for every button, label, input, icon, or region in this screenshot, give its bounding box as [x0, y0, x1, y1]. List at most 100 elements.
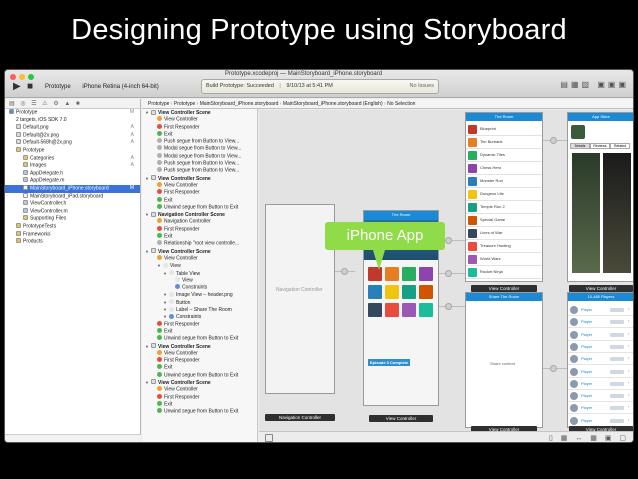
outline-scene[interactable]: ▼ View Controller Scene: [142, 175, 257, 182]
file-row[interactable]: Frameworks: [5, 230, 140, 239]
segue-icon[interactable]: [445, 270, 452, 277]
file-row[interactable]: Products: [5, 238, 140, 246]
outline-item[interactable]: First Responder: [142, 357, 257, 364]
outline-item[interactable]: View Controller: [142, 116, 257, 123]
file-row[interactable]: Prototype: [5, 146, 140, 155]
file-row[interactable]: Default.png A: [5, 124, 140, 132]
stop-icon[interactable]: ■: [27, 82, 33, 92]
table-row[interactable]: Player ›: [568, 304, 633, 316]
outline-toggle-button[interactable]: [265, 434, 273, 442]
table-row[interactable]: Player ›: [568, 329, 633, 341]
list-item[interactable]: Special Game: [466, 214, 542, 227]
outline-item[interactable]: ▼ View: [142, 262, 257, 269]
outline-item[interactable]: First Responder: [142, 189, 257, 196]
segue-icon[interactable]: [550, 365, 557, 372]
outline-item[interactable]: ▼ Image View – header.png: [142, 291, 257, 298]
outline-scene[interactable]: ▼ View Controller Scene: [142, 248, 257, 255]
app-store-tabs[interactable]: Details Reviews Related: [570, 143, 632, 149]
file-row[interactable]: AppDelegate.h: [5, 169, 140, 178]
file-row[interactable]: AppDelegate.m: [5, 177, 140, 185]
app-icon[interactable]: [402, 303, 416, 317]
outline-item[interactable]: First Responder: [142, 225, 257, 233]
outline-item[interactable]: Navigation Controller: [142, 218, 257, 225]
navigator-tabs[interactable]: ▤ ◎ ☰ ⚠ ⚙ ▲ ■: [5, 99, 140, 109]
file-row[interactable]: PrototypeTests: [5, 222, 140, 231]
table-row[interactable]: Player ›: [568, 353, 633, 366]
list-item[interactable]: Rocket Ninja: [466, 266, 542, 279]
outline-item[interactable]: Exit: [142, 130, 257, 138]
file-row[interactable]: Default-568h@2x.png A: [5, 139, 140, 147]
outline-scene[interactable]: ▼ View Controller Scene: [142, 379, 257, 386]
table-row[interactable]: Player ›: [568, 378, 633, 390]
relationship-segue-icon[interactable]: [341, 268, 348, 275]
app-icon[interactable]: [368, 285, 382, 299]
zoom-window-button[interactable]: [28, 74, 34, 80]
app-icon[interactable]: [419, 267, 433, 281]
outline-item[interactable]: Unwind segue from Button to Exit: [142, 371, 257, 379]
list-item[interactable]: Temple Run 2: [466, 201, 542, 214]
outline-scene[interactable]: ▼ View Controller Scene: [142, 343, 257, 350]
scheme-selector[interactable]: Prototype iPhone Retina (4-inch 64-bit): [45, 81, 159, 93]
file-row[interactable]: Prototype M: [5, 109, 140, 117]
outline-item[interactable]: ▼ Button: [142, 299, 257, 306]
breadcrumb-item[interactable]: MainStoryboard_iPhone.storyboard: [200, 101, 279, 107]
outline-item[interactable]: Push segue from Button to View...: [142, 138, 257, 145]
featured-episode-banner[interactable]: Episode 3 Complete: [368, 359, 411, 366]
outline-item[interactable]: First Responder: [142, 320, 257, 328]
breadcrumb-item[interactable]: Prototype: [174, 101, 195, 107]
outline-item[interactable]: Unwind segue from Button to Exit: [142, 203, 257, 211]
outline-item[interactable]: ▼ Constraints: [142, 313, 257, 320]
list-item[interactable]: Dynamic Tiles: [466, 149, 542, 162]
outline-item[interactable]: Push segue from Button to View...: [142, 160, 257, 167]
table-row[interactable]: Player ›: [568, 366, 633, 378]
outline-item[interactable]: Relationship "root view controlle...: [142, 240, 257, 247]
outline-item[interactable]: First Responder: [142, 393, 257, 401]
file-row[interactable]: Categories A: [5, 154, 140, 163]
file-row[interactable]: MainStoryboard_iPad.storyboard: [5, 192, 140, 201]
segue-icon[interactable]: [550, 137, 557, 144]
list-item[interactable]: Blueprint: [466, 123, 542, 136]
list-item[interactable]: Chess Hero: [466, 162, 542, 175]
outline-item[interactable]: View Controller: [142, 254, 257, 262]
outline-item[interactable]: View: [142, 276, 257, 284]
jump-bar[interactable]: Prototype › Prototype › MainStoryboard_i…: [142, 99, 633, 109]
list-item[interactable]: Dungeon Life: [466, 188, 542, 201]
table-row[interactable]: Player ›: [568, 402, 633, 415]
layout-buttons[interactable]: ▯ ▦ ↔ ▦ ▣ ▢: [549, 434, 629, 442]
app-icon[interactable]: [419, 285, 433, 299]
outline-item[interactable]: View Controller: [142, 349, 257, 357]
breadcrumb-item[interactable]: Prototype: [148, 101, 169, 107]
file-row[interactable]: Supporting Files: [5, 215, 140, 223]
play-icon[interactable]: ▶: [13, 82, 21, 92]
list-item[interactable]: Lines of War: [466, 227, 542, 240]
tab-reviews[interactable]: Reviews: [590, 143, 610, 149]
outline-item[interactable]: View Controller: [142, 386, 257, 393]
app-store-scene[interactable]: App Store Details Reviews Related: [567, 112, 633, 282]
app-icon[interactable]: [385, 267, 399, 281]
outline-item[interactable]: Exit: [142, 327, 257, 335]
outline-item[interactable]: Unwind segue from Button to Exit: [142, 408, 257, 415]
app-icon[interactable]: [419, 303, 433, 317]
tab-related[interactable]: Related: [610, 143, 630, 149]
outline-item[interactable]: Exit: [142, 196, 257, 204]
outline-item[interactable]: Modal segue from Button to View...: [142, 145, 257, 152]
app-icon[interactable]: [385, 285, 399, 299]
editor-toggle-icons[interactable]: ▤▦▧ ▣▣▣: [560, 80, 629, 89]
file-row[interactable]: ViewController.h: [5, 200, 140, 208]
table-row[interactable]: Player ›: [568, 316, 633, 329]
outline-item[interactable]: ▼ Table View: [142, 270, 257, 277]
table-row[interactable]: Player ›: [568, 341, 633, 353]
share-scene[interactable]: Share The Room Share content: [465, 292, 543, 428]
outline-item[interactable]: Modal segue from Button to View...: [142, 152, 257, 160]
file-row[interactable]: 2 targets, iOS SDK 7.0: [5, 117, 140, 125]
outline-item[interactable]: Push segue from Button to View...: [142, 167, 257, 174]
game-list-scene[interactable]: The Room Blueprint Tim Burbank Dynamic Til…: [465, 112, 543, 282]
app-icon[interactable]: [402, 285, 416, 299]
outline-item[interactable]: Unwind segue from Button to Exit: [142, 335, 257, 342]
breadcrumb-item[interactable]: MainStoryboard_iPhone.storyboard (Englis…: [283, 101, 383, 107]
app-icon[interactable]: [368, 303, 382, 317]
tab-details[interactable]: Details: [570, 143, 590, 149]
outline-item[interactable]: Constraints: [142, 284, 257, 291]
table-row[interactable]: Player ›: [568, 415, 633, 427]
storyboard-canvas[interactable]: Navigation Controller Navigation Control…: [259, 110, 633, 442]
